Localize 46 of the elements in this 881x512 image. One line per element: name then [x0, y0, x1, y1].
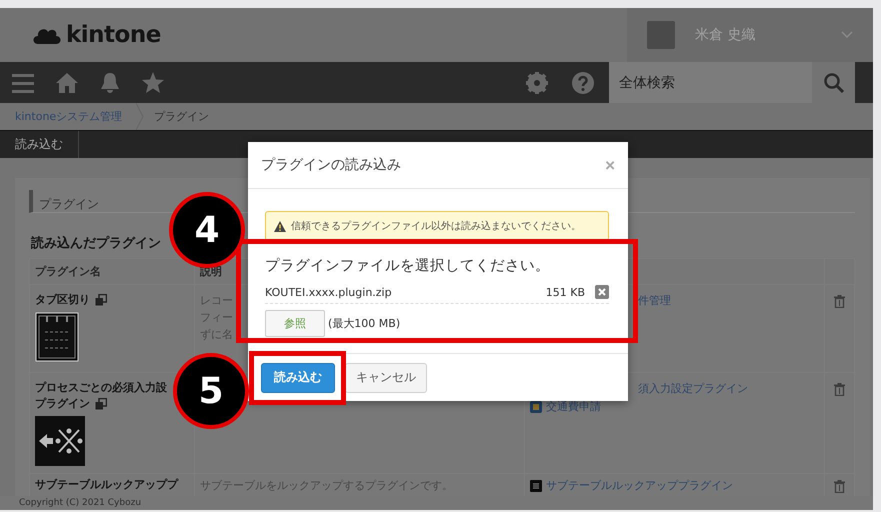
bell-icon[interactable] [100, 72, 120, 94]
search-button[interactable] [812, 62, 855, 103]
close-icon [598, 288, 606, 296]
file-size: 151 KB [546, 286, 585, 298]
cancel-button[interactable]: キャンセル [345, 362, 427, 392]
app-icon [530, 401, 542, 413]
menu-icon[interactable] [12, 72, 34, 92]
search-icon [824, 72, 844, 92]
browse-button[interactable]: 参照 [265, 310, 325, 337]
panel-title: プラグイン [39, 197, 99, 211]
breadcrumb-link[interactable]: kintoneシステム管理 [15, 109, 136, 124]
breadcrumb-current: プラグイン [153, 109, 210, 124]
warning-text: 信頼できるプラグインファイル以外は読み込まないでください。 [291, 220, 581, 233]
plugin-name: プラグイン [35, 396, 90, 412]
warning-icon [274, 220, 286, 232]
import-button[interactable]: 読み込む [261, 362, 335, 392]
tab-plugin-icon [35, 312, 79, 362]
section-title: 読み込んだプラグイン [31, 236, 161, 251]
breadcrumb-separator-icon [136, 103, 144, 130]
dialog-title: プラグインの読み込み [261, 156, 401, 174]
gear-icon[interactable] [526, 72, 548, 94]
app-link[interactable]: 須入力設定プラグイン [638, 380, 748, 398]
search-field[interactable]: 全体検索 [609, 62, 812, 103]
app-link[interactable]: 交通費申請 [546, 398, 601, 416]
home-icon[interactable] [56, 72, 78, 92]
copy-icon[interactable] [95, 398, 107, 410]
plugin-name: サブテーブルルックアッププ [35, 477, 178, 493]
remove-file-button[interactable] [595, 285, 609, 299]
chevron-down-icon[interactable] [841, 31, 853, 39]
close-button[interactable]: × [605, 156, 615, 174]
copy-icon[interactable] [95, 294, 107, 306]
app-logo: kintone [66, 22, 161, 48]
star-icon[interactable] [142, 72, 164, 93]
file-name: KOUTEI.xxxx.plugin.zip [265, 286, 393, 298]
avatar-placeholder [647, 21, 675, 49]
plugin-name: プロセスごとの必須入力設 [35, 380, 167, 396]
trash-icon[interactable] [834, 480, 845, 493]
trash-icon[interactable] [834, 295, 845, 308]
plugin-name: タブ区切り [35, 292, 90, 308]
process-plugin-icon [35, 416, 85, 466]
app-link[interactable]: 件管理 [638, 292, 671, 310]
app-icon [530, 480, 542, 492]
size-limit-text: (最大100 MB) [328, 316, 400, 331]
copyright-text: Copyright (C) 2021 Cybozu [19, 498, 142, 508]
help-icon[interactable] [572, 72, 594, 94]
trash-icon[interactable] [834, 383, 845, 396]
